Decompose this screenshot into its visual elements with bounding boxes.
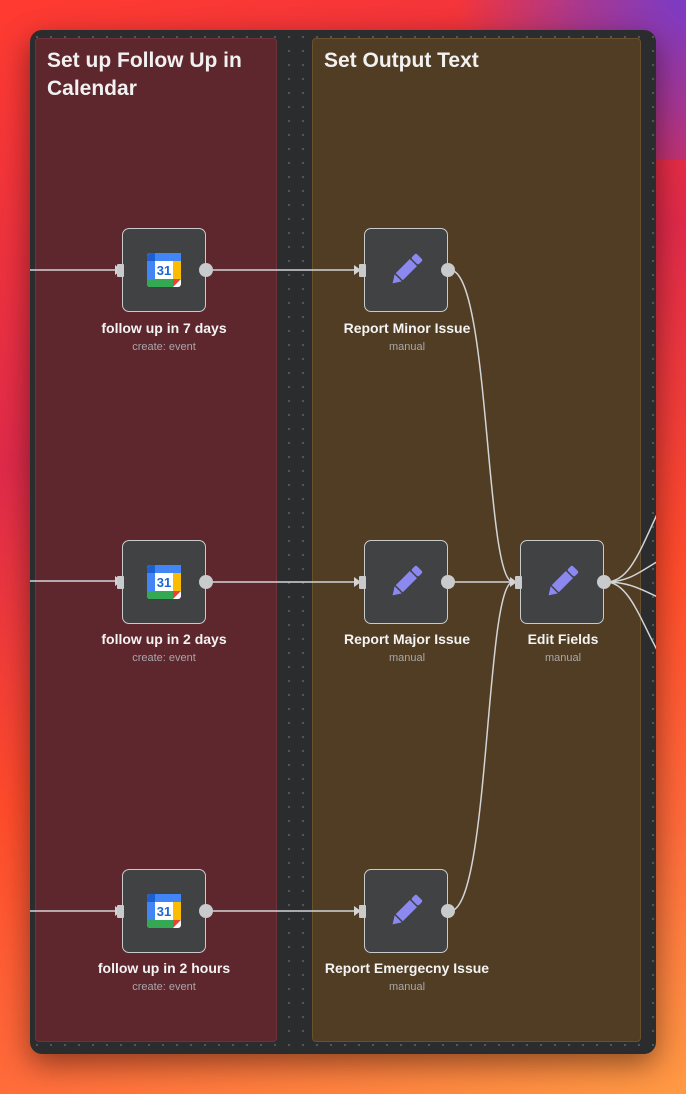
svg-text:31: 31 [157,575,171,590]
input-handle[interactable] [515,576,522,589]
node-report-emergency-issue[interactable] [359,869,455,953]
output-handle[interactable] [441,575,455,589]
node-report-minor-issue[interactable] [359,228,455,312]
node-report-major-issue[interactable] [359,540,455,624]
output-handle[interactable] [199,904,213,918]
workflow-canvas[interactable]: Set up Follow Up in Calendar Set Output … [30,30,656,1054]
node-label: Edit Fields [527,631,599,647]
node-subtitle: create: event [132,341,196,353]
google-calendar-icon: 31 [147,565,181,599]
node-label: follow up in 2 hours [97,960,231,976]
node-subtitle: manual [388,341,426,353]
node-label: follow up in 2 days [101,631,227,647]
node-follow-up-7-days[interactable]: 31 [117,228,213,312]
output-handle[interactable] [597,575,611,589]
connection-edit-out-3 [605,581,656,597]
node-subtitle: create: event [132,981,196,993]
connection-edit-out-2 [605,561,656,583]
connection-edit-out-1 [605,514,656,583]
output-handle[interactable] [199,263,213,277]
node-subtitle: create: event [132,652,196,664]
node-label: Report Emergecny Issue [324,960,490,976]
node-label: follow up in 7 days [101,320,227,336]
output-handle[interactable] [441,263,455,277]
input-handle[interactable] [117,905,124,918]
connection-minor-edit [449,269,514,583]
node-subtitle: manual [388,981,426,993]
pencil-icon [392,894,423,925]
node-edit-fields[interactable] [515,540,611,624]
node-label: Report Minor Issue [343,320,471,336]
input-handle[interactable] [359,905,366,918]
google-calendar-icon: 31 [147,253,181,287]
output-handle[interactable] [199,575,213,589]
pencil-icon [548,565,579,596]
input-handle[interactable] [117,264,124,277]
output-handle[interactable] [441,904,455,918]
pencil-icon [392,253,423,284]
input-handle[interactable] [117,576,124,589]
svg-text:31: 31 [157,904,171,919]
pencil-icon [392,565,423,596]
node-follow-up-2-hours[interactable]: 31 [117,869,213,953]
node-subtitle: manual [544,652,582,664]
input-handle[interactable] [359,576,366,589]
svg-text:31: 31 [157,263,171,278]
input-handle[interactable] [359,264,366,277]
node-follow-up-2-days[interactable]: 31 [117,540,213,624]
google-calendar-icon: 31 [147,894,181,928]
